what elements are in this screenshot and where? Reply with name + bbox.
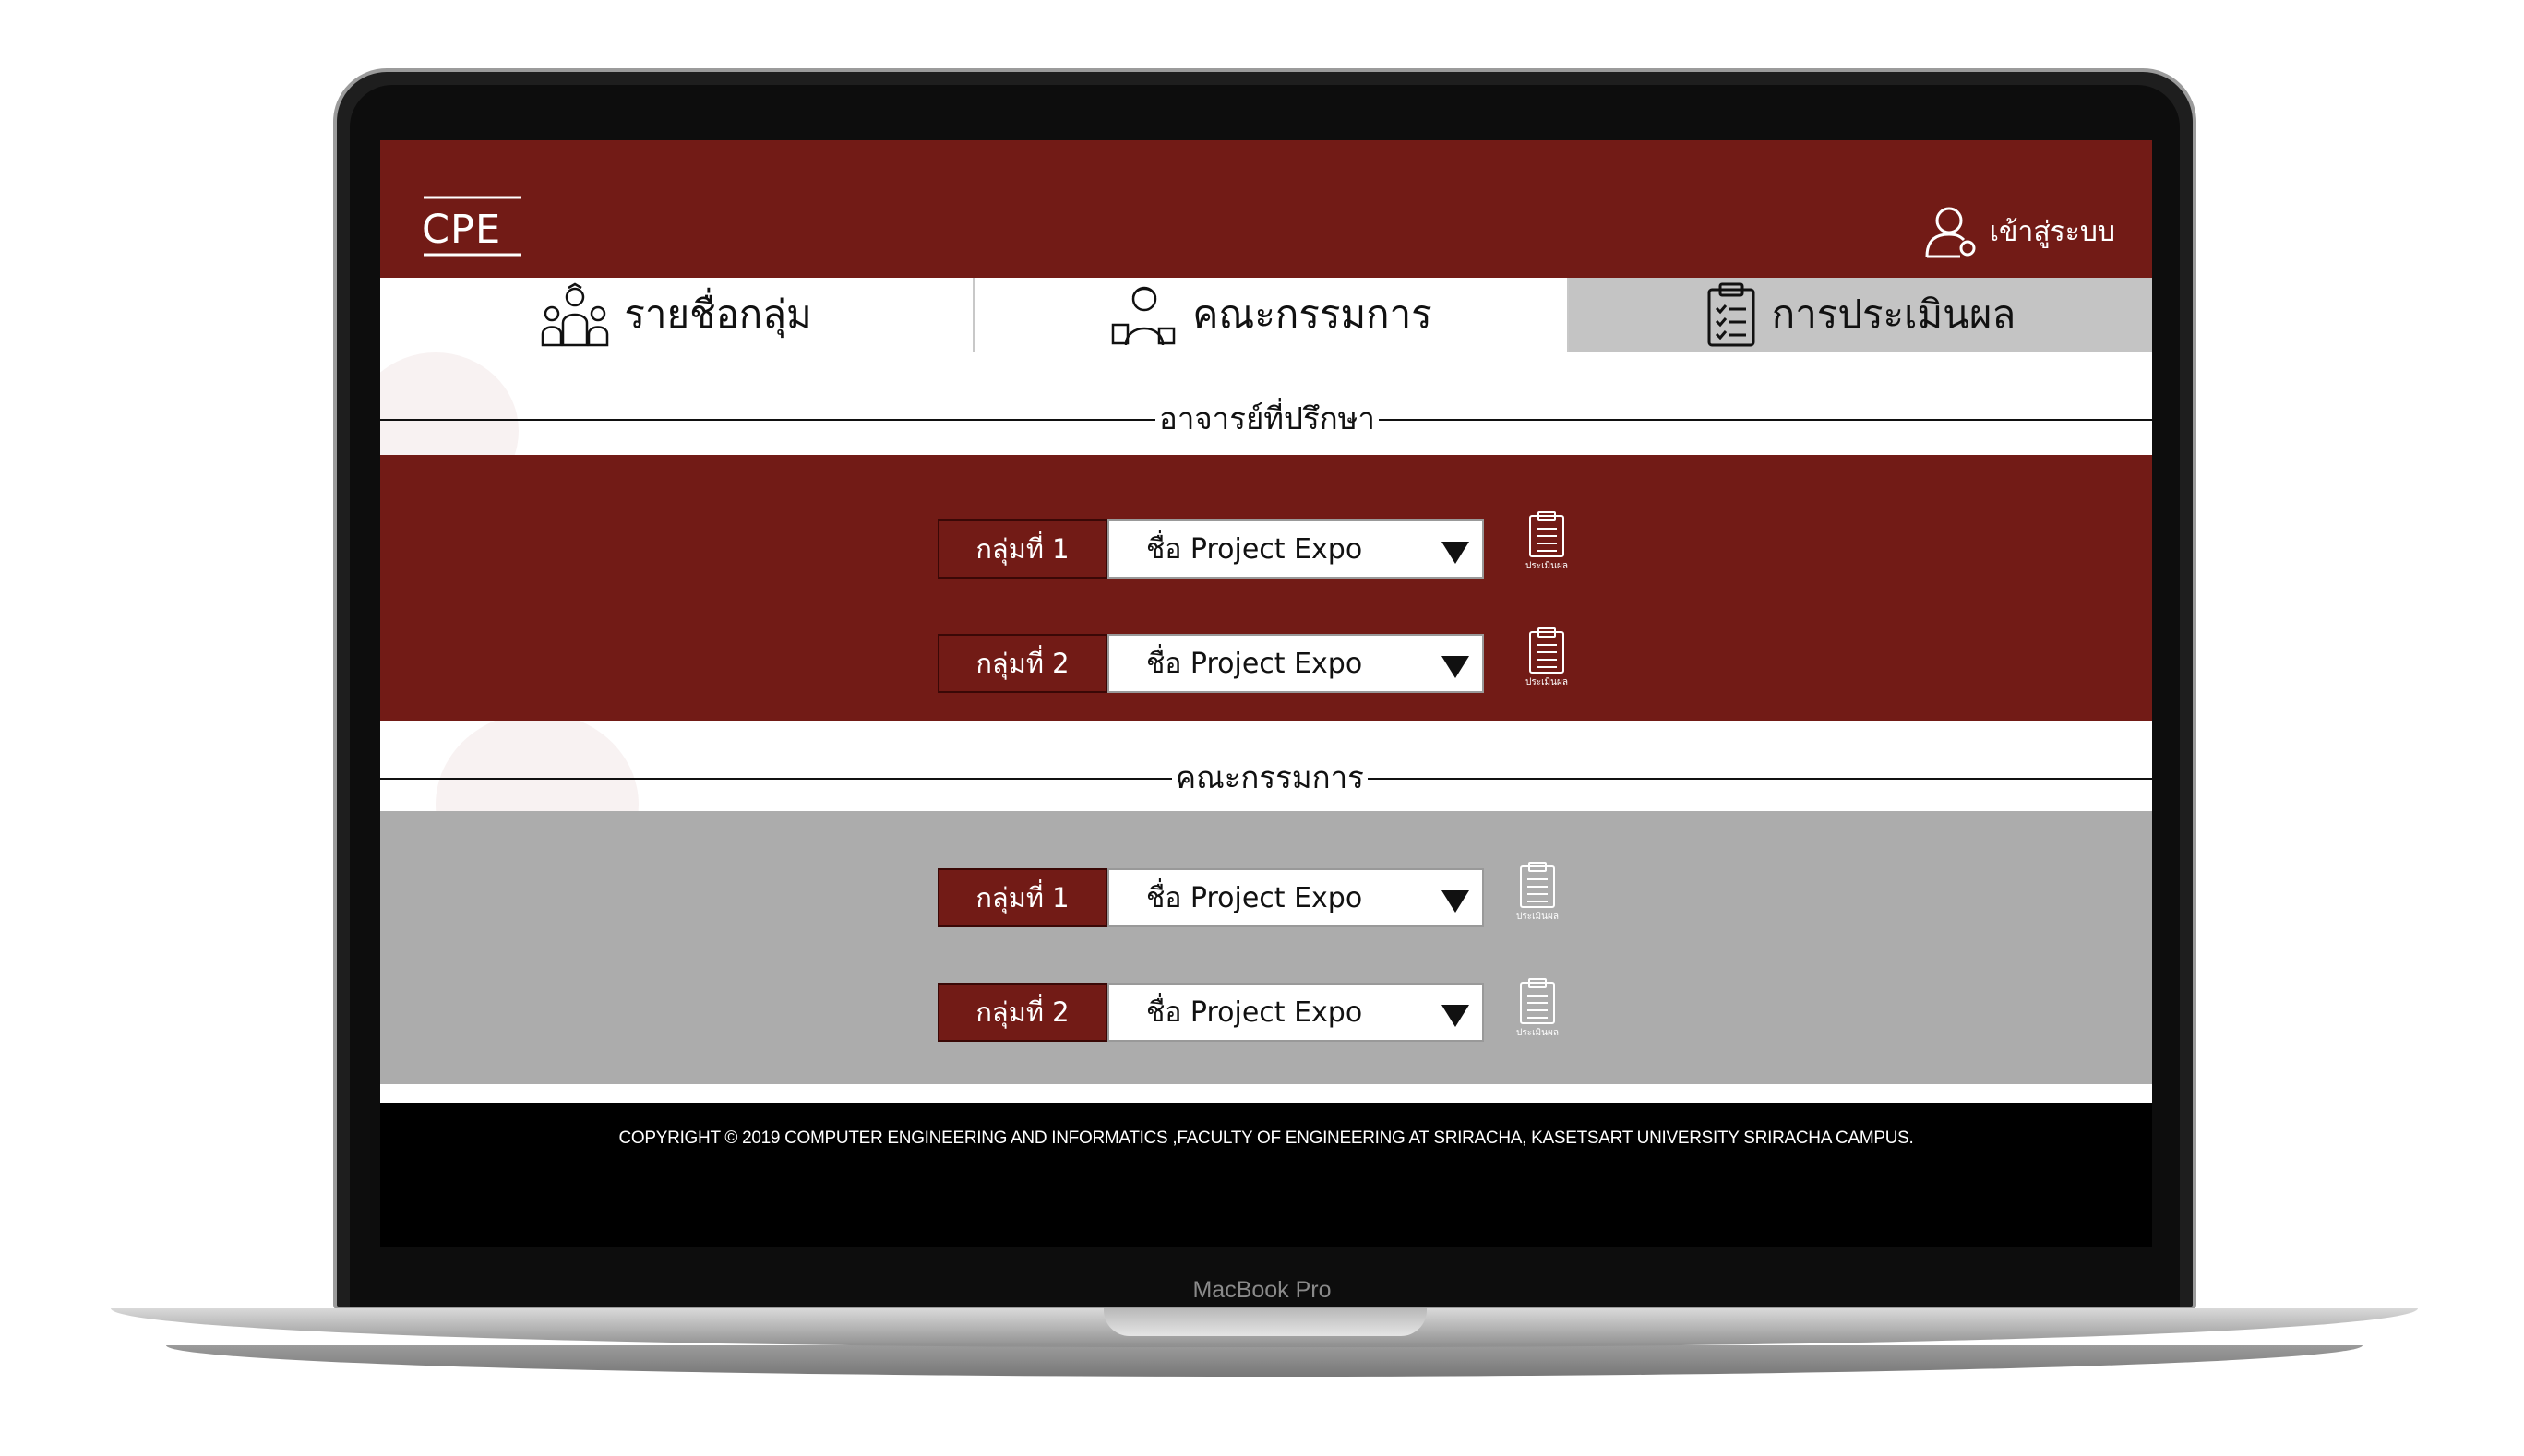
committee-section-header: คณะกรรมการ bbox=[380, 759, 2152, 796]
committee-band: กลุ่มที่ 1 ชื่อ Project Expo ประเมินผล ก… bbox=[380, 811, 2152, 1084]
laptop-base-shadow bbox=[166, 1345, 2363, 1377]
advisor-row: กลุ่มที่ 2 ชื่อ Project Expo bbox=[938, 634, 1496, 693]
project-select-value: ชื่อ Project Expo bbox=[1146, 532, 1363, 566]
header: CPE เข้าสู่ระบบ bbox=[380, 140, 2152, 278]
evaluate-button[interactable]: ประเมินผล bbox=[1519, 627, 1574, 691]
dropdown-arrow-icon[interactable] bbox=[1441, 542, 1469, 564]
tab-committee[interactable]: คณะกรรมการ bbox=[975, 278, 1569, 352]
committee-row: กลุ่มที่ 1 ชื่อ Project Expo bbox=[938, 868, 1496, 927]
advisor-band: กลุ่มที่ 1 ชื่อ Project Expo ประเมินผล ก… bbox=[380, 455, 2152, 721]
clipboard-icon bbox=[1529, 511, 1564, 557]
group-label: กลุ่มที่ 1 bbox=[938, 868, 1107, 927]
evaluate-label: ประเมินผล bbox=[1516, 912, 1559, 922]
project-select-value: ชื่อ Project Expo bbox=[1146, 881, 1363, 914]
project-select-value: ชื่อ Project Expo bbox=[1146, 996, 1363, 1029]
project-select[interactable]: ชื่อ Project Expo bbox=[1107, 868, 1484, 927]
project-select[interactable]: ชื่อ Project Expo bbox=[1107, 519, 1484, 579]
tab-bar: รายชื่อกลุ่ม คณะกรรมการ การประเมินผล bbox=[380, 278, 2152, 352]
group-label: กลุ่มที่ 2 bbox=[938, 983, 1107, 1042]
group-label: กลุ่มที่ 1 bbox=[938, 519, 1107, 579]
device-label: MacBook Pro bbox=[1192, 1277, 1332, 1303]
group-people-icon bbox=[542, 282, 609, 347]
evaluate-button[interactable]: ประเมินผล bbox=[1519, 510, 1574, 575]
clipboard-icon bbox=[1520, 978, 1555, 1024]
dropdown-arrow-icon[interactable] bbox=[1441, 890, 1469, 913]
evaluate-label: ประเมินผล bbox=[1525, 677, 1568, 687]
evaluate-label: ประเมินผล bbox=[1525, 561, 1568, 571]
screen: CPE เข้าสู่ระบบ รายชื่อกลุ่ม คณะกรรมการ … bbox=[380, 140, 2152, 1247]
advisor-section-title: อาจารย์ที่ปรึกษา bbox=[1155, 400, 1379, 437]
evaluate-label: ประเมินผล bbox=[1516, 1028, 1559, 1038]
tab-group-list-label: รายชื่อกลุ่ม bbox=[624, 292, 812, 337]
project-select-value: ชื่อ Project Expo bbox=[1146, 647, 1363, 680]
clipboard-icon bbox=[1707, 282, 1755, 347]
tab-evaluation-label: การประเมินผล bbox=[1771, 292, 2016, 337]
dropdown-arrow-icon[interactable] bbox=[1441, 656, 1469, 678]
footer: COPYRIGHT © 2019 COMPUTER ENGINEERING AN… bbox=[380, 1103, 2152, 1247]
committee-person-icon bbox=[1112, 286, 1176, 346]
login-button[interactable]: เข้าสู่ระบบ bbox=[1923, 205, 2115, 258]
tab-committee-label: คณะกรรมการ bbox=[1192, 292, 1432, 337]
group-label: กลุ่มที่ 2 bbox=[938, 634, 1107, 693]
committee-section-title: คณะกรรมการ bbox=[1172, 759, 1368, 796]
committee-row: กลุ่มที่ 2 ชื่อ Project Expo bbox=[938, 983, 1496, 1042]
login-label: เข้าสู่ระบบ bbox=[1989, 215, 2115, 248]
user-login-icon bbox=[1925, 207, 1976, 258]
tab-evaluation[interactable]: การประเมินผล bbox=[1569, 278, 2152, 352]
project-select[interactable]: ชื่อ Project Expo bbox=[1107, 634, 1484, 693]
advisor-row: กลุ่มที่ 1 ชื่อ Project Expo bbox=[938, 519, 1496, 579]
evaluate-button[interactable]: ประเมินผล bbox=[1510, 977, 1565, 1042]
copyright-text: COPYRIGHT © 2019 COMPUTER ENGINEERING AN… bbox=[618, 1128, 1914, 1148]
laptop-notch bbox=[1104, 1308, 1427, 1336]
project-select[interactable]: ชื่อ Project Expo bbox=[1107, 983, 1484, 1042]
logo-text: CPE bbox=[422, 207, 502, 253]
evaluate-button[interactable]: ประเมินผล bbox=[1510, 861, 1565, 925]
clipboard-icon bbox=[1529, 627, 1564, 674]
advisor-section-header: อาจารย์ที่ปรึกษา bbox=[380, 400, 2152, 437]
tab-group-list[interactable]: รายชื่อกลุ่ม bbox=[380, 278, 975, 352]
logo[interactable]: CPE bbox=[422, 196, 523, 257]
clipboard-icon bbox=[1520, 862, 1555, 908]
dropdown-arrow-icon[interactable] bbox=[1441, 1005, 1469, 1027]
